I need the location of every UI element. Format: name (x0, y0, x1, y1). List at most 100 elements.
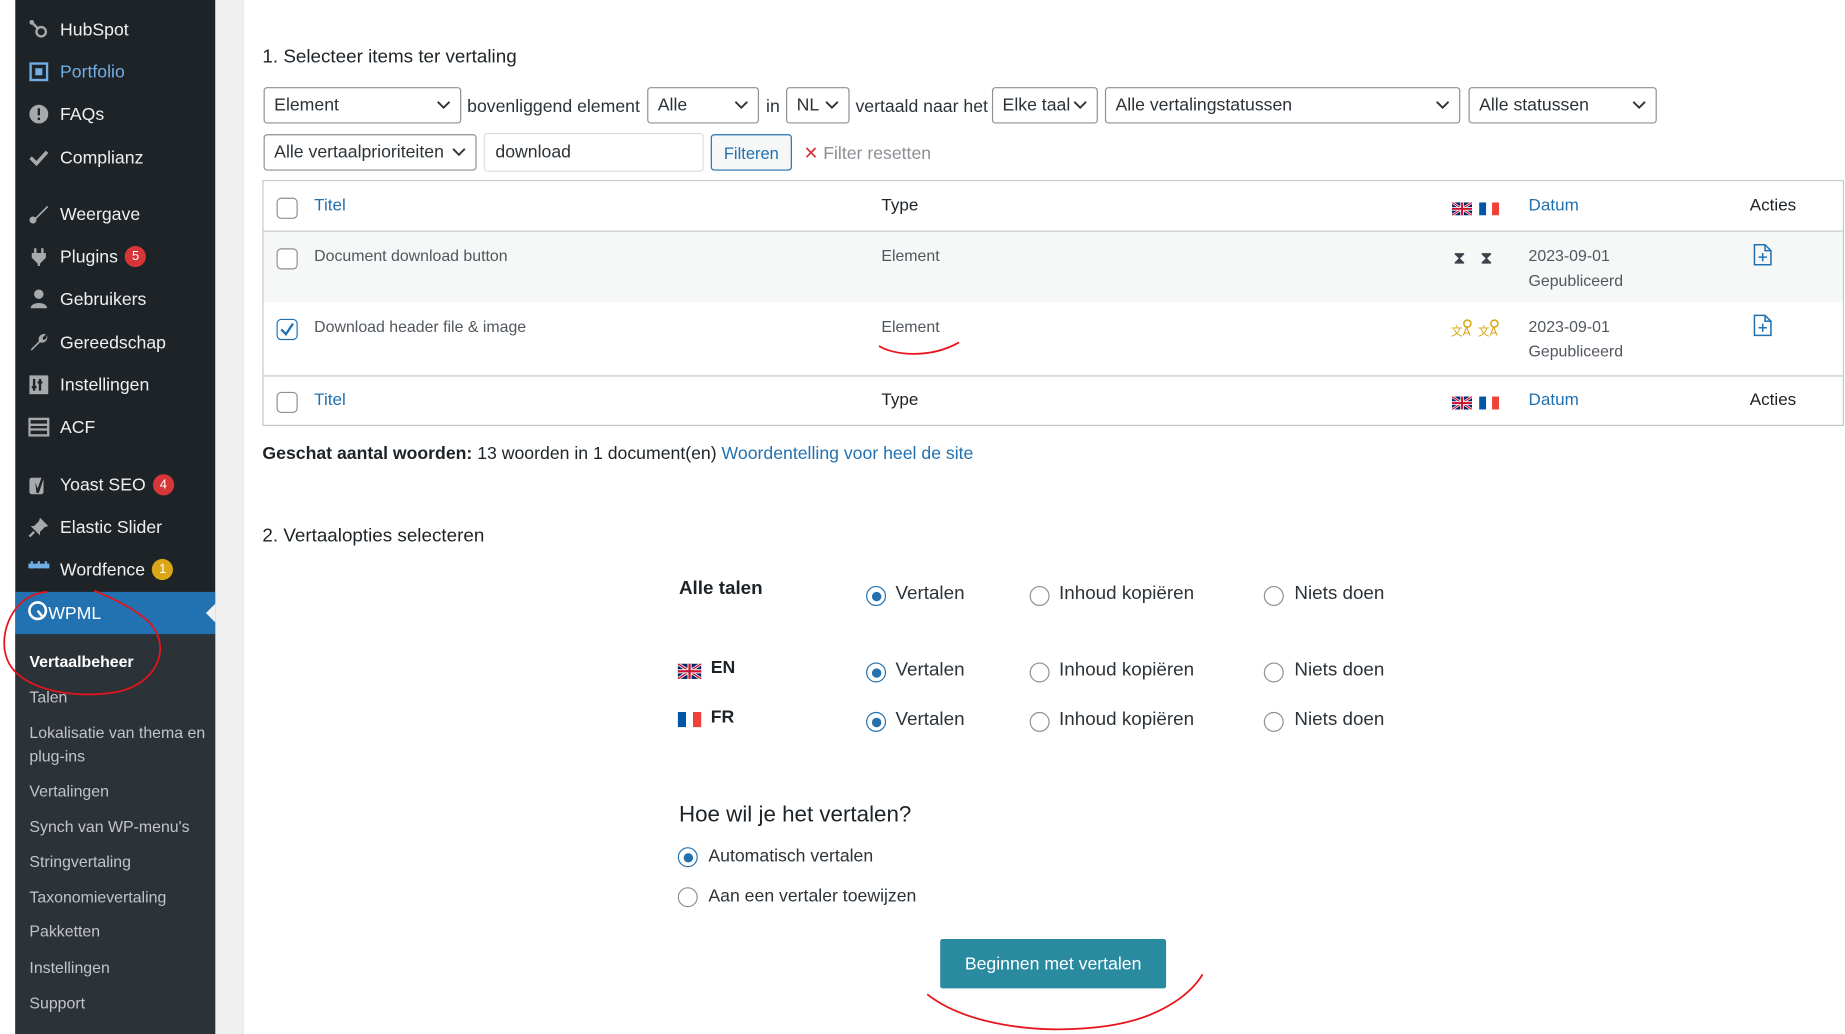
submenu-instellingen[interactable]: Instellingen (29, 957, 206, 981)
table-row[interactable]: Download header file & image Element 文A … (263, 302, 1843, 376)
all-copy-radio[interactable] (1029, 585, 1050, 607)
sidebar-item-gebruikers[interactable]: Gebruikers (15, 279, 215, 319)
reset-filter-link[interactable]: ✕ Filter resetten (804, 142, 931, 164)
hourglass-icon[interactable]: ⧗ (1480, 248, 1492, 268)
submenu-stringvertaling[interactable]: Stringvertaling (29, 851, 206, 875)
start-translating-button[interactable]: Beginnen met vertalen (940, 939, 1167, 989)
radio-label[interactable]: Niets doen (1294, 660, 1384, 681)
chevron-down-icon (1436, 101, 1450, 109)
wordfence-icon (27, 558, 51, 582)
all-nothing-radio[interactable] (1263, 585, 1284, 607)
type-select[interactable]: Element (263, 87, 462, 124)
radio-label[interactable]: Aan een vertaler toewijzen (708, 886, 916, 906)
parent-label: bovenliggend element (467, 96, 640, 117)
row-type: Element (881, 317, 940, 336)
sidebar-item-complianz[interactable]: Complianz (15, 138, 215, 178)
parent-select[interactable]: Alle (647, 87, 759, 124)
en-nothing-radio[interactable] (1263, 662, 1284, 683)
sidebar-item-weergave[interactable]: Weergave (15, 194, 215, 234)
sidebar-item-instellingen[interactable]: Instellingen (15, 365, 215, 405)
column-type-header: Type (881, 390, 919, 410)
submenu-talen[interactable]: Talen (29, 686, 206, 710)
fr-translate-radio[interactable] (866, 711, 887, 732)
column-title-header[interactable]: Titel (314, 197, 346, 216)
fr-nothing-radio[interactable] (1263, 711, 1284, 732)
select-all-checkbox[interactable] (276, 391, 298, 414)
main-content: 1. Selecteer items ter vertaling Element… (243, 0, 1845, 1034)
sidebar-item-label: ACF (60, 417, 96, 438)
radio-label[interactable]: Niets doen (1294, 710, 1384, 731)
check-icon (27, 146, 51, 170)
submenu-support[interactable]: Support (29, 992, 206, 1016)
chevron-down-icon (437, 101, 451, 109)
all-translate-radio[interactable] (866, 585, 887, 607)
radio-label[interactable]: Inhoud kopiëren (1059, 660, 1194, 681)
radio-label[interactable]: Inhoud kopiëren (1059, 710, 1194, 731)
column-title-header[interactable]: Titel (314, 391, 346, 410)
sidebar-item-wordfence[interactable]: Wordfence 1 (15, 550, 215, 590)
column-date-header[interactable]: Datum (1529, 197, 1579, 216)
submenu-vertaalbeheer[interactable]: Vertaalbeheer (29, 651, 206, 675)
add-translation-icon[interactable] (1753, 243, 1772, 266)
radio-label[interactable]: Vertalen (895, 710, 964, 731)
column-type-header: Type (881, 196, 919, 216)
brush-icon (27, 202, 51, 226)
radio-label[interactable]: Inhoud kopiëren (1059, 584, 1194, 605)
auto-translate-icon[interactable]: 文A (1478, 319, 1499, 338)
radio-label[interactable]: Automatisch vertalen (708, 846, 873, 866)
section-title-select-items: 1. Selecteer items ter vertaling (262, 47, 517, 68)
sidebar-item-label: Complianz (60, 147, 144, 168)
automatic-translate-radio[interactable] (677, 847, 698, 868)
sidebar-item-label: Gebruikers (60, 288, 147, 309)
site-word-count-link[interactable]: Woordentelling voor heel de site (722, 444, 974, 464)
translation-status-select[interactable]: Alle vertalingstatussen (1104, 87, 1461, 124)
sidebar-item-wpml[interactable]: WPML (15, 591, 216, 635)
submenu-vertalingen[interactable]: Vertalingen (29, 780, 206, 804)
priority-select[interactable]: Alle vertaalprioriteiten (263, 134, 477, 171)
sidebar-item-label: HubSpot (60, 19, 129, 40)
en-translate-radio[interactable] (866, 662, 887, 683)
submenu-lokalisatie[interactable]: Lokalisatie van thema en plug-ins (29, 721, 206, 768)
sidebar-item-hubspot[interactable]: HubSpot (15, 9, 215, 49)
submenu-taxonomievertaling[interactable]: Taxonomievertaling (29, 886, 206, 910)
en-copy-radio[interactable] (1029, 662, 1050, 683)
sidebar-item-elastic-slider[interactable]: Elastic Slider (15, 507, 215, 547)
sidebar-item-yoast-seo[interactable]: Yoast SEO 4 (15, 465, 215, 505)
select-all-checkbox[interactable] (276, 197, 298, 219)
parent-select-value: Alle (657, 95, 688, 116)
word-count-summary: Geschat aantal woorden: 13 woorden in 1 … (262, 444, 973, 464)
type-select-value: Element (274, 95, 339, 116)
row-checkbox[interactable] (276, 318, 298, 341)
sidebar-item-plugins[interactable]: Plugins 5 (15, 237, 215, 277)
target-language-select[interactable]: Elke taal (991, 87, 1098, 124)
submenu-synch-menus[interactable]: Synch van WP-menu's (29, 815, 206, 839)
sidebar-item-gereedschap[interactable]: Gereedschap (15, 322, 215, 362)
fr-copy-radio[interactable] (1029, 711, 1050, 732)
table-row[interactable]: Document download button Element ⧗ ⧗ 202… (263, 231, 1843, 303)
radio-label[interactable]: Vertalen (895, 584, 964, 605)
row-title[interactable]: Download header file & image (314, 318, 526, 336)
status-select[interactable]: Alle statussen (1468, 87, 1657, 124)
sidebar-item-label: Weergave (60, 204, 141, 225)
hourglass-icon[interactable]: ⧗ (1453, 248, 1465, 268)
sidebar-item-portfolio[interactable]: Portfolio (15, 52, 215, 92)
search-input[interactable]: download (483, 132, 704, 172)
row-title[interactable]: Document download button (314, 247, 507, 265)
row-checkbox[interactable] (276, 248, 298, 270)
source-language-select[interactable]: NL (786, 87, 850, 124)
filter-button[interactable]: Filteren (710, 134, 792, 171)
chevron-down-icon (825, 101, 839, 109)
radio-label[interactable]: Vertalen (895, 660, 964, 681)
fr-flag-icon (1479, 202, 1500, 216)
add-translation-icon[interactable] (1753, 314, 1772, 337)
uk-flag-icon (1452, 202, 1473, 216)
assign-translator-radio[interactable] (677, 887, 698, 908)
radio-label[interactable]: Niets doen (1294, 584, 1384, 605)
pin-icon (27, 515, 51, 539)
submenu-pakketten[interactable]: Pakketten (29, 920, 206, 944)
sidebar-item-faqs[interactable]: FAQs (15, 94, 215, 134)
sidebar-item-acf[interactable]: ACF (15, 407, 215, 447)
auto-translate-icon[interactable]: 文A (1451, 319, 1472, 338)
documents-table: Titel Type Datum Acties Document downloa… (262, 180, 1844, 426)
column-date-header[interactable]: Datum (1529, 391, 1579, 410)
